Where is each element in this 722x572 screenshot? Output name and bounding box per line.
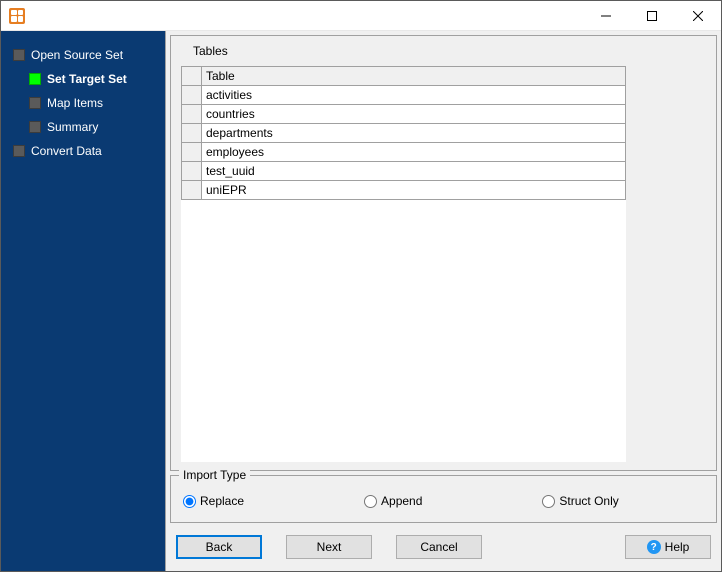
wizard-sidebar: Open Source Set Set Target Set Map Items Su… — [1, 31, 165, 571]
import-type-legend: Import Type — [179, 468, 250, 482]
table-row[interactable]: employees — [182, 143, 626, 162]
radio-label: Struct Only — [559, 494, 618, 508]
step-label: Set Target Set — [47, 72, 127, 86]
table-row[interactable]: departments — [182, 124, 626, 143]
table-cell[interactable]: uniEPR — [202, 181, 626, 200]
main-panel: Tables Table activitiescountriesdepartme… — [165, 31, 721, 571]
step-label: Open Source Set — [31, 48, 123, 62]
table-cell[interactable]: test_uuid — [202, 162, 626, 181]
table-row[interactable]: uniEPR — [182, 181, 626, 200]
table-row[interactable]: activities — [182, 86, 626, 105]
table-corner — [182, 67, 202, 86]
row-header[interactable] — [182, 105, 202, 124]
window: Open Source Set Set Target Set Map Items Su… — [0, 0, 722, 572]
row-header[interactable] — [182, 162, 202, 181]
radio-label: Append — [381, 494, 422, 508]
maximize-button[interactable] — [629, 1, 675, 31]
cancel-button[interactable]: Cancel — [396, 535, 482, 559]
tables-label: Tables — [193, 44, 706, 58]
table-col-header[interactable]: Table — [202, 67, 626, 86]
import-option-replace[interactable]: Replace — [183, 494, 244, 508]
table-cell[interactable]: employees — [202, 143, 626, 162]
table-cell[interactable]: activities — [202, 86, 626, 105]
wizard-step-open-source-set[interactable]: Open Source Set — [1, 43, 165, 67]
step-label: Convert Data — [31, 144, 102, 158]
table-cell[interactable]: countries — [202, 105, 626, 124]
tables-grid[interactable]: Table activitiescountriesdepartmentsempl… — [181, 66, 626, 462]
step-box-icon — [29, 73, 41, 85]
step-box-icon — [29, 97, 41, 109]
radio-input[interactable] — [542, 495, 555, 508]
help-icon: ? — [647, 540, 661, 554]
wizard-step-set-target-set[interactable]: Set Target Set — [1, 67, 165, 91]
wizard-step-map-items[interactable]: Map Items — [1, 91, 165, 115]
step-box-icon — [29, 121, 41, 133]
import-option-struct-only[interactable]: Struct Only — [542, 494, 618, 508]
step-label: Map Items — [47, 96, 103, 110]
table-row[interactable]: test_uuid — [182, 162, 626, 181]
wizard-step-summary[interactable]: Summary — [1, 115, 165, 139]
row-header[interactable] — [182, 143, 202, 162]
row-header[interactable] — [182, 124, 202, 143]
radio-input[interactable] — [183, 495, 196, 508]
back-button[interactable]: Back — [176, 535, 262, 559]
wizard-step-convert-data[interactable]: Convert Data — [1, 139, 165, 163]
table-cell[interactable]: departments — [202, 124, 626, 143]
row-header[interactable] — [182, 86, 202, 105]
next-button[interactable]: Next — [286, 535, 372, 559]
help-button[interactable]: ? Help — [625, 535, 711, 559]
step-box-icon — [13, 145, 25, 157]
titlebar — [1, 1, 721, 31]
radio-label: Replace — [200, 494, 244, 508]
import-type-group: Import Type ReplaceAppendStruct Only — [170, 475, 717, 523]
button-row: Back Next Cancel ? Help — [166, 523, 721, 571]
import-option-append[interactable]: Append — [364, 494, 422, 508]
table-row[interactable]: countries — [182, 105, 626, 124]
row-header[interactable] — [182, 181, 202, 200]
minimize-button[interactable] — [583, 1, 629, 31]
app-icon — [9, 8, 25, 24]
close-button[interactable] — [675, 1, 721, 31]
step-box-icon — [13, 49, 25, 61]
radio-input[interactable] — [364, 495, 377, 508]
step-label: Summary — [47, 120, 98, 134]
